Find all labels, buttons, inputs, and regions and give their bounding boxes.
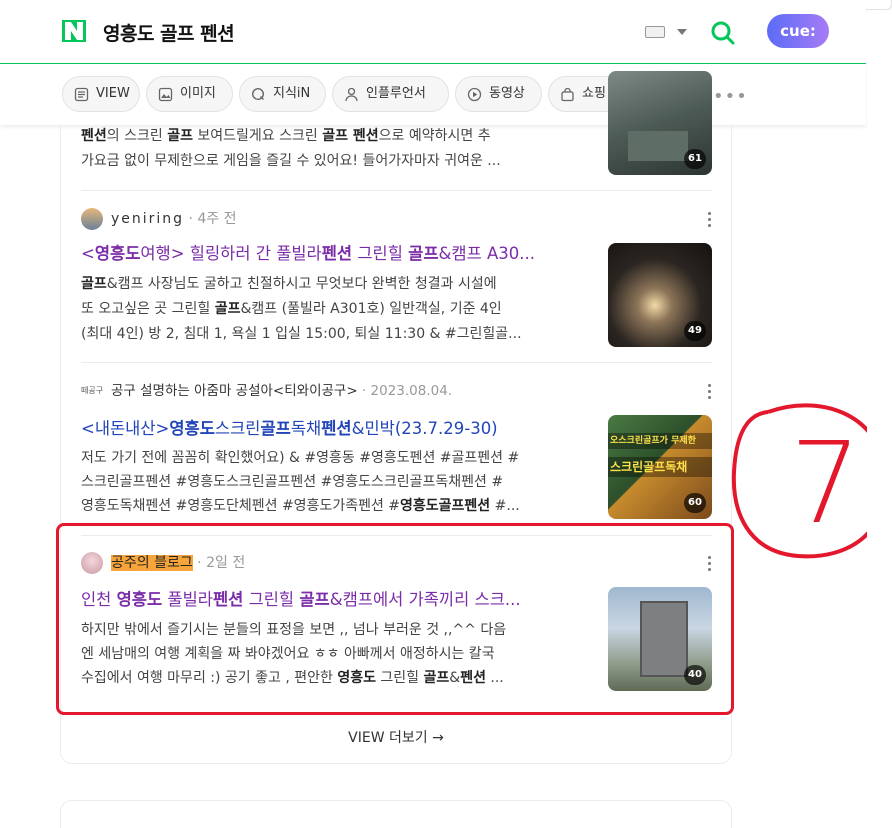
tab-label: 쇼핑 (582, 86, 606, 101)
result-thumbnail[interactable]: 오스크린골프가 무제한 스크린골프독채 60 (608, 415, 712, 519)
document-icon (74, 87, 89, 102)
avatar (81, 208, 103, 230)
play-icon (467, 87, 482, 102)
image-icon (158, 87, 173, 102)
bag-icon (561, 87, 574, 102)
photo-count-badge: 49 (684, 321, 706, 341)
result-title[interactable]: <영흥도여행> 힐링하러 간 풀빌라펜션 그린힐 골프&캠프 A30... (81, 243, 591, 265)
more-options-icon[interactable] (707, 384, 713, 400)
author-logo: 떼공구 (81, 380, 103, 402)
result-snippet: 펜션의 스크린 골프 보여드릴게요 스크린 골프 펜션으로 예약하시면 추 (81, 128, 491, 144)
result-snippet: 골프&캠프 사장님도 굴하고 친절하시고 무엇보다 완벽한 청결과 시설에 (81, 276, 497, 292)
result-snippet: 스크린골프펜션 #영흥도스크린골프펜션 #영흥도스크린골프독채펜션 # (81, 474, 504, 490)
photo-count-badge: 61 (684, 149, 706, 169)
tab-label: 동영상 (489, 86, 525, 101)
more-menu-icon[interactable]: ••• (713, 86, 748, 107)
result-snippet: 또 오고싶은 곳 그린힐 골프&캠프 (풀빌라 A301호) 일반객실, 기준 … (81, 301, 502, 317)
highlight-box (56, 523, 734, 715)
more-options-icon[interactable] (707, 212, 713, 228)
scrollbar-area (867, 10, 892, 828)
search-header: 영흥도 골프 펜션 cue: (0, 0, 866, 64)
result-thumbnail[interactable]: 49 (608, 243, 712, 347)
q-icon (251, 87, 265, 101)
keyboard-icon[interactable] (645, 26, 665, 38)
thumbnail-caption: 스크린골프독채 (608, 457, 712, 477)
result-snippet: 저도 가기 전에 꼼꼼히 확인했어요) & #영흥동 #영흥도펜션 #골프펜션 … (81, 450, 520, 466)
result-thumbnail[interactable]: 61 (608, 71, 712, 175)
result-title[interactable]: <내돈내산>영흥도스크린골프독채펜션&민박(23.7.29-30) (81, 418, 591, 440)
next-section-card (60, 800, 732, 828)
tab-kin[interactable]: 지식iN (239, 76, 326, 112)
thumbnail-caption: 오스크린골프가 무제한 (608, 433, 712, 449)
divider (81, 190, 712, 191)
tab-video[interactable]: 동영상 (455, 76, 542, 112)
tab-label: 지식iN (273, 86, 311, 101)
divider (81, 362, 712, 363)
result-snippet: (최대 4인) 방 2, 침대 1, 욕실 1 입실 15:00, 퇴실 11:… (81, 326, 522, 342)
view-more-link[interactable]: VIEW 더보기 → (60, 726, 732, 750)
author-name: 공구 설명하는 아줌마 공설아<티와이공구> · 2023.08.04. (111, 383, 453, 399)
photo-count-badge: 60 (684, 493, 706, 513)
tab-label: 이미지 (180, 86, 216, 101)
tab-influencer[interactable]: 인플루언서 (332, 76, 449, 112)
naver-logo[interactable] (62, 20, 86, 42)
result-snippet: 영흥도독채펜션 #영흥도단체펜션 #영흥도가족펜션 #영흥도골프펜션 #... (81, 498, 520, 514)
search-tabs: VIEW 이미지 지식iN 인플루언서 동영상 쇼핑 ••• (0, 65, 866, 125)
tab-view[interactable]: VIEW (62, 76, 140, 112)
person-icon (345, 87, 358, 102)
result-snippet: 가요금 없이 무제한으로 게임을 즐길 수 있어요! 들어가자마자 귀여운 ..… (81, 153, 501, 169)
author-name: yeniring · 4주 전 (111, 211, 237, 227)
annotation-number: 7 (790, 419, 861, 549)
search-icon[interactable] (709, 19, 737, 47)
tab-images[interactable]: 이미지 (146, 76, 233, 112)
search-query[interactable]: 영흥도 골프 펜션 (103, 19, 235, 46)
tab-label: VIEW (96, 86, 130, 101)
tab-label: 인플루언서 (366, 86, 426, 101)
chevron-down-icon[interactable] (677, 29, 687, 35)
cue-button[interactable]: cue: (767, 14, 829, 48)
